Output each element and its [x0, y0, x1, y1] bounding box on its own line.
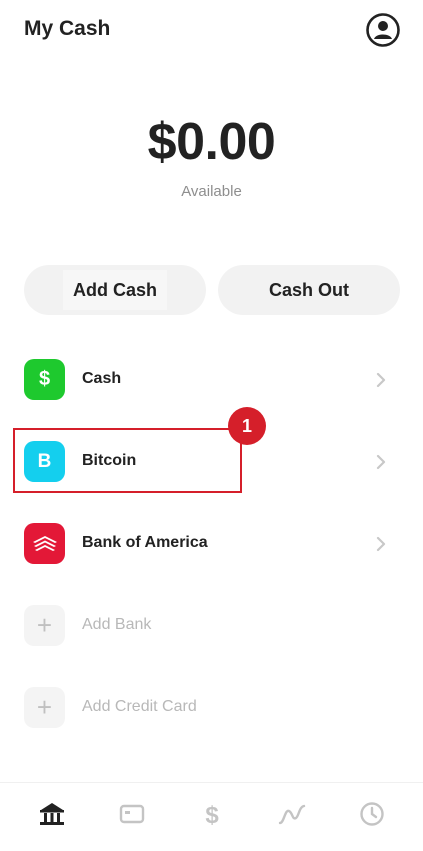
plus-icon: + [24, 605, 65, 646]
tab-bar: $ [0, 782, 423, 851]
highlight-box [13, 428, 242, 493]
balance-caption: Available [181, 183, 242, 200]
add-bank-label: Add Bank [82, 616, 152, 633]
header: My Cash [0, 0, 423, 62]
activity-icon[interactable] [357, 799, 387, 829]
balance-amount: $0.00 [147, 113, 276, 171]
svg-text:$: $ [205, 802, 219, 829]
add-credit-card-row[interactable]: + Add Credit Card [0, 667, 423, 749]
add-cash-button[interactable]: Add Cash [24, 265, 206, 315]
add-cash-label: Add Cash [62, 270, 167, 310]
account-row-bank-of-america[interactable]: Bank of America [0, 503, 423, 585]
account-row-cash[interactable]: $ Cash [0, 339, 423, 421]
add-credit-card-label: Add Credit Card [82, 698, 197, 715]
account-label: Bank of America [82, 534, 208, 551]
investing-icon[interactable] [277, 799, 307, 829]
step-marker: 1 [228, 407, 266, 445]
chevron-right-icon [376, 372, 386, 388]
dollar-icon[interactable]: $ [197, 799, 227, 829]
plus-icon: + [24, 687, 65, 728]
bank-of-america-icon [24, 523, 65, 564]
cash-out-button[interactable]: Cash Out [218, 265, 400, 315]
card-icon[interactable] [117, 799, 147, 829]
add-bank-row[interactable]: + Add Bank [0, 585, 423, 667]
profile-icon[interactable] [366, 13, 400, 47]
chevron-right-icon [376, 454, 386, 470]
account-label: Cash [82, 370, 122, 387]
chevron-right-icon [376, 536, 386, 552]
page-title: My Cash [24, 17, 111, 40]
dollar-icon: $ [24, 359, 65, 400]
cash-out-label: Cash Out [268, 279, 349, 300]
bank-icon[interactable] [37, 799, 67, 829]
